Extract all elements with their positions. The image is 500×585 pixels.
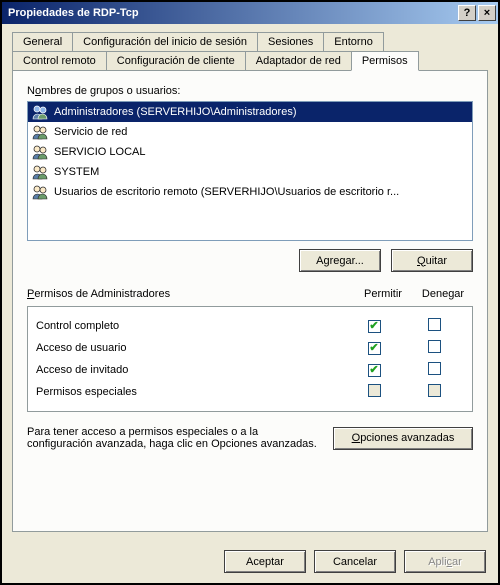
- tab-configuración-de-cliente[interactable]: Configuración de cliente: [106, 51, 246, 70]
- allow-checkbox[interactable]: ✔: [368, 320, 381, 333]
- permissions-grid: Control completo✔✔Acceso de usuario✔✔Acc…: [27, 306, 473, 412]
- tab-adaptador-de-red[interactable]: Adaptador de red: [245, 51, 352, 70]
- deny-column-header: Denegar: [413, 288, 473, 300]
- list-item-label: Administradores (SERVERHIJO\Administrado…: [54, 106, 296, 118]
- list-item[interactable]: SERVICIO LOCAL: [28, 142, 472, 162]
- permission-label: Permisos especiales: [36, 386, 344, 398]
- tab-entorno[interactable]: Entorno: [323, 32, 384, 51]
- people-icon: [32, 164, 48, 180]
- permission-label: Acceso de usuario: [36, 342, 344, 354]
- window-title: Propiedades de RDP-Tcp: [8, 7, 456, 19]
- deny-checkbox[interactable]: ✔: [428, 318, 441, 331]
- allow-checkbox: ✔: [368, 384, 381, 397]
- tab-strip: GeneralConfiguración del inicio de sesió…: [12, 32, 488, 70]
- group-buttons-row: Agregar... Quitar: [27, 249, 473, 272]
- tab-control-remoto[interactable]: Control remoto: [12, 51, 107, 70]
- help-button[interactable]: ?: [458, 5, 476, 21]
- groups-label: Nombres de grupos o usuarios:: [27, 85, 473, 97]
- add-button[interactable]: Agregar...: [299, 249, 381, 272]
- permission-label: Control completo: [36, 320, 344, 332]
- list-item-label: Servicio de red: [54, 126, 127, 138]
- tab-general[interactable]: General: [12, 32, 73, 51]
- deny-checkbox[interactable]: ✔: [428, 340, 441, 353]
- permission-row: Permisos especiales ✔ ✔: [34, 381, 466, 403]
- permission-row: Control completo ✔ ✔: [34, 315, 466, 337]
- advanced-button[interactable]: Opciones avanzadas: [333, 427, 473, 450]
- allow-column-header: Permitir: [353, 288, 413, 300]
- permission-row: Acceso de usuario ✔ ✔: [34, 337, 466, 359]
- allow-checkbox[interactable]: ✔: [368, 342, 381, 355]
- dialog-window: Propiedades de RDP-Tcp ? × GeneralConfig…: [0, 0, 500, 585]
- dialog-buttons: Aceptar Cancelar Aplicar: [2, 540, 498, 583]
- remove-button[interactable]: Quitar: [391, 249, 473, 272]
- list-item[interactable]: Administradores (SERVERHIJO\Administrado…: [28, 102, 472, 122]
- close-button[interactable]: ×: [478, 5, 496, 21]
- ok-button[interactable]: Aceptar: [224, 550, 306, 573]
- people-icon: [32, 144, 48, 160]
- list-item[interactable]: Usuarios de escritorio remoto (SERVERHIJ…: [28, 182, 472, 202]
- tab-configuración-del-inicio-de-sesión[interactable]: Configuración del inicio de sesión: [72, 32, 258, 51]
- tab-panel-permisos: Nombres de grupos o usuarios: Administra…: [12, 70, 488, 532]
- people-icon: [32, 124, 48, 140]
- groups-listview[interactable]: Administradores (SERVERHIJO\Administrado…: [27, 101, 473, 241]
- list-item-label: SYSTEM: [54, 166, 99, 178]
- advanced-text: Para tener acceso a permisos especiales …: [27, 426, 323, 450]
- list-item-label: Usuarios de escritorio remoto (SERVERHIJ…: [54, 186, 399, 198]
- cancel-button[interactable]: Cancelar: [314, 550, 396, 573]
- titlebar: Propiedades de RDP-Tcp ? ×: [2, 2, 498, 24]
- permission-label: Acceso de invitado: [36, 364, 344, 376]
- advanced-row: Para tener acceso a permisos especiales …: [27, 426, 473, 450]
- list-item[interactable]: SYSTEM: [28, 162, 472, 182]
- apply-button[interactable]: Aplicar: [404, 550, 486, 573]
- deny-checkbox: ✔: [428, 384, 441, 397]
- list-item-label: SERVICIO LOCAL: [54, 146, 146, 158]
- permissions-title: Permisos de Administradores: [27, 288, 353, 300]
- permission-row: Acceso de invitado ✔ ✔: [34, 359, 466, 381]
- tab-permisos[interactable]: Permisos: [351, 51, 419, 71]
- permissions-header: Permisos de Administradores Permitir Den…: [27, 288, 473, 300]
- deny-checkbox[interactable]: ✔: [428, 362, 441, 375]
- client-area: GeneralConfiguración del inicio de sesió…: [2, 24, 498, 540]
- tab-sesiones[interactable]: Sesiones: [257, 32, 324, 51]
- people-icon: [32, 104, 48, 120]
- list-item[interactable]: Servicio de red: [28, 122, 472, 142]
- people-icon: [32, 184, 48, 200]
- allow-checkbox[interactable]: ✔: [368, 364, 381, 377]
